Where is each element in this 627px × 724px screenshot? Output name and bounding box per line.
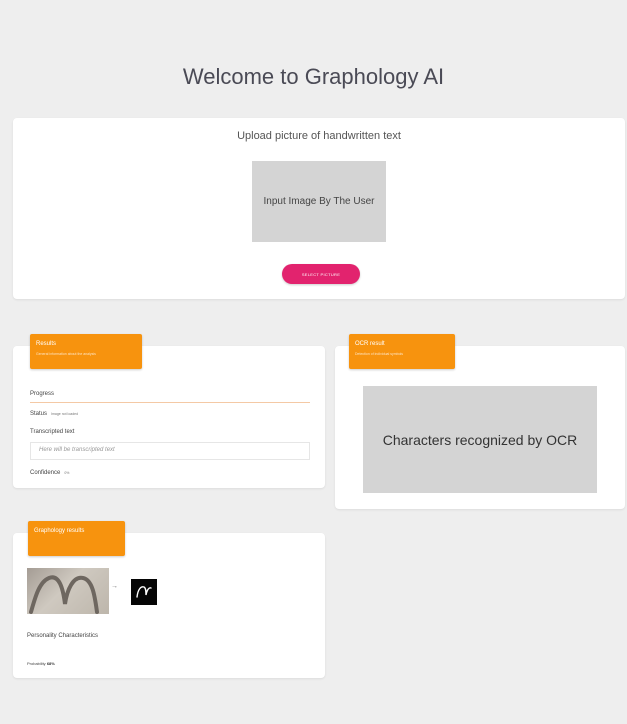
page-title: Welcome to Graphology AI xyxy=(182,64,445,89)
handwriting-stroke-icon xyxy=(29,575,99,614)
transcribed-text-field[interactable]: Here will be transcripted text xyxy=(30,442,310,460)
confidence-label: Confidence xyxy=(30,470,61,476)
status-value: Image not loaded xyxy=(51,412,79,416)
personality-label: Personality Characteristics xyxy=(27,633,99,639)
probability-label: Probability xyxy=(27,661,46,666)
ocr-image-placeholder: Characters recognized by OCR xyxy=(363,386,597,493)
ocr-header-subtitle: Detection of individual symbols xyxy=(355,352,404,356)
results-header-title: Results xyxy=(36,341,57,347)
ocr-header: OCR result Detection of individual symbo… xyxy=(349,334,455,369)
status-label: Status xyxy=(30,411,48,417)
ocr-header-title: OCR result xyxy=(355,341,385,347)
confidence-value: 0% xyxy=(64,471,70,475)
handwriting-sample-image xyxy=(27,568,109,614)
graphology-header-title: Graphology results xyxy=(34,528,85,534)
arrow-right-icon: → xyxy=(111,583,118,590)
upload-heading: Upload picture of handwritten text xyxy=(237,130,401,142)
processed-stroke-icon xyxy=(136,586,152,598)
confidence-row: Confidence 0% xyxy=(30,470,69,476)
ocr-image-label: Characters recognized by OCR xyxy=(382,431,578,448)
results-header-subtitle: General information about the analysis xyxy=(36,352,96,356)
results-header: Results General information about the an… xyxy=(30,334,142,369)
transcribed-placeholder: Here will be transcripted text xyxy=(39,447,115,453)
progress-bar xyxy=(30,402,310,403)
input-image-placeholder: Input Image By The User xyxy=(252,161,386,242)
select-picture-button[interactable]: SELECT PICTURE xyxy=(282,264,360,284)
upload-card: Upload picture of handwritten text Input… xyxy=(13,118,625,299)
status-row: Status Image not loaded xyxy=(30,411,78,417)
input-image-label: Input Image By The User xyxy=(263,196,375,207)
transcribed-label: Transcripted text xyxy=(30,429,75,435)
progress-label: Progress xyxy=(30,391,55,397)
ocr-card: Characters recognized by OCR xyxy=(335,346,625,509)
probability-row: Probability 68% xyxy=(27,661,55,666)
graphology-header: Graphology results xyxy=(28,521,125,556)
processed-letter-image xyxy=(131,579,157,605)
probability-value: 68% xyxy=(46,661,55,666)
